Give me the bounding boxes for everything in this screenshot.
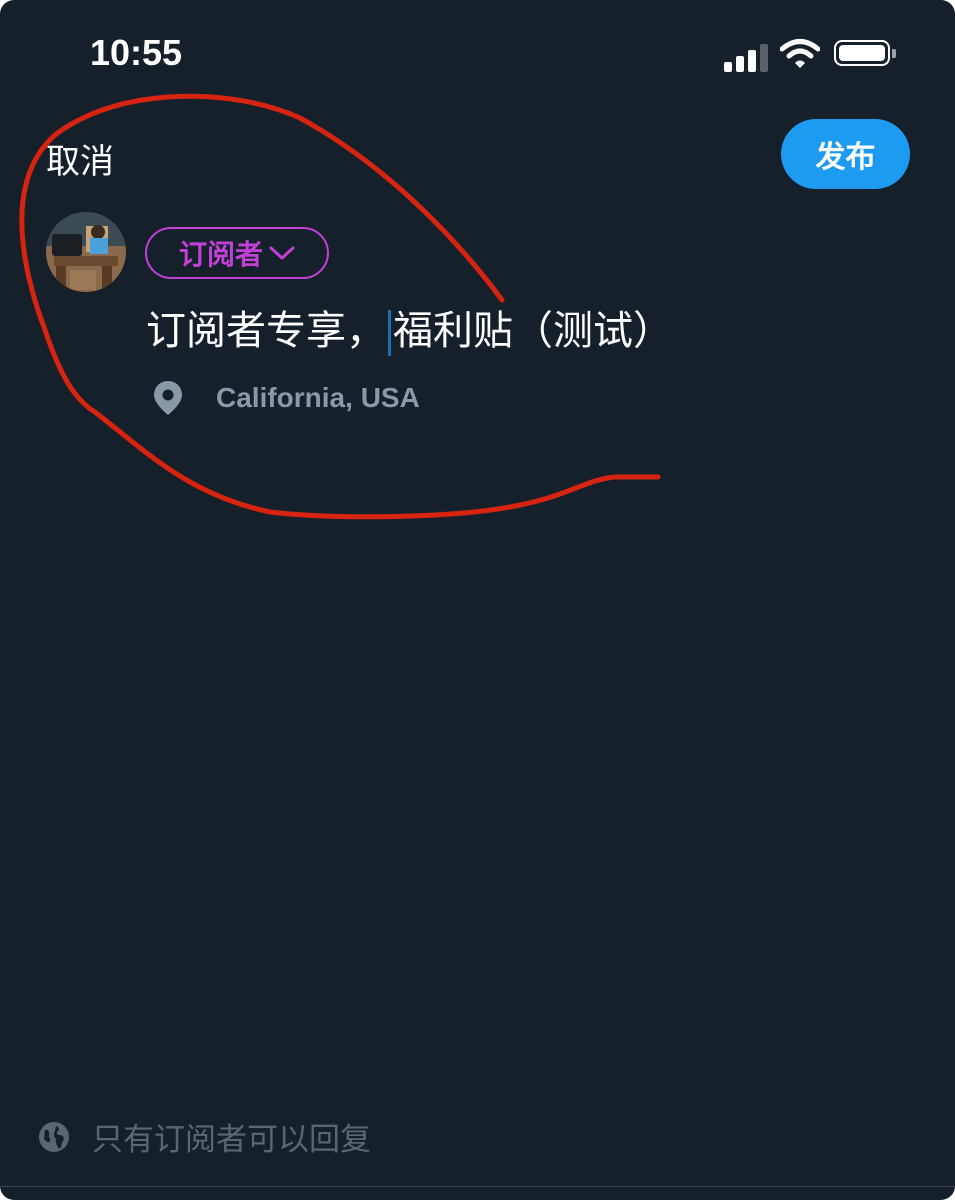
cancel-button[interactable]: 取消 (46, 134, 114, 183)
publish-button[interactable]: 发布 (781, 119, 910, 189)
bottom-divider (0, 1186, 955, 1187)
audience-selector[interactable]: 订阅者 (145, 227, 329, 279)
chevron-down-icon (269, 246, 295, 260)
globe-icon (39, 1121, 69, 1152)
location-label: California, USA (216, 382, 420, 413)
status-icons (720, 38, 900, 72)
audience-label: 订阅者 (178, 238, 263, 271)
reply-setting-label: 只有订阅者可以回复 (92, 1122, 371, 1158)
battery-icon (834, 40, 890, 66)
wifi-icon (780, 39, 820, 68)
location-tag[interactable]: California, USA (152, 380, 420, 416)
avatar[interactable] (46, 212, 126, 292)
tweet-text-input[interactable]: 订阅者专享， 福利贴（测试） (146, 298, 673, 356)
compose-screen: 10:55 取消 发布 订阅者 订阅者专享， 福利贴（测试） Californi… (0, 0, 955, 1200)
text-cursor (388, 310, 391, 356)
reply-setting[interactable]: 只有订阅者可以回复 (38, 1114, 371, 1159)
tweet-text-after-cursor: 福利贴（测试） (393, 308, 673, 354)
map-pin-icon (154, 381, 182, 415)
avatar-photo (46, 212, 126, 292)
tweet-text-before-cursor: 订阅者专享， (146, 308, 386, 354)
status-time: 10:55 (90, 32, 183, 73)
